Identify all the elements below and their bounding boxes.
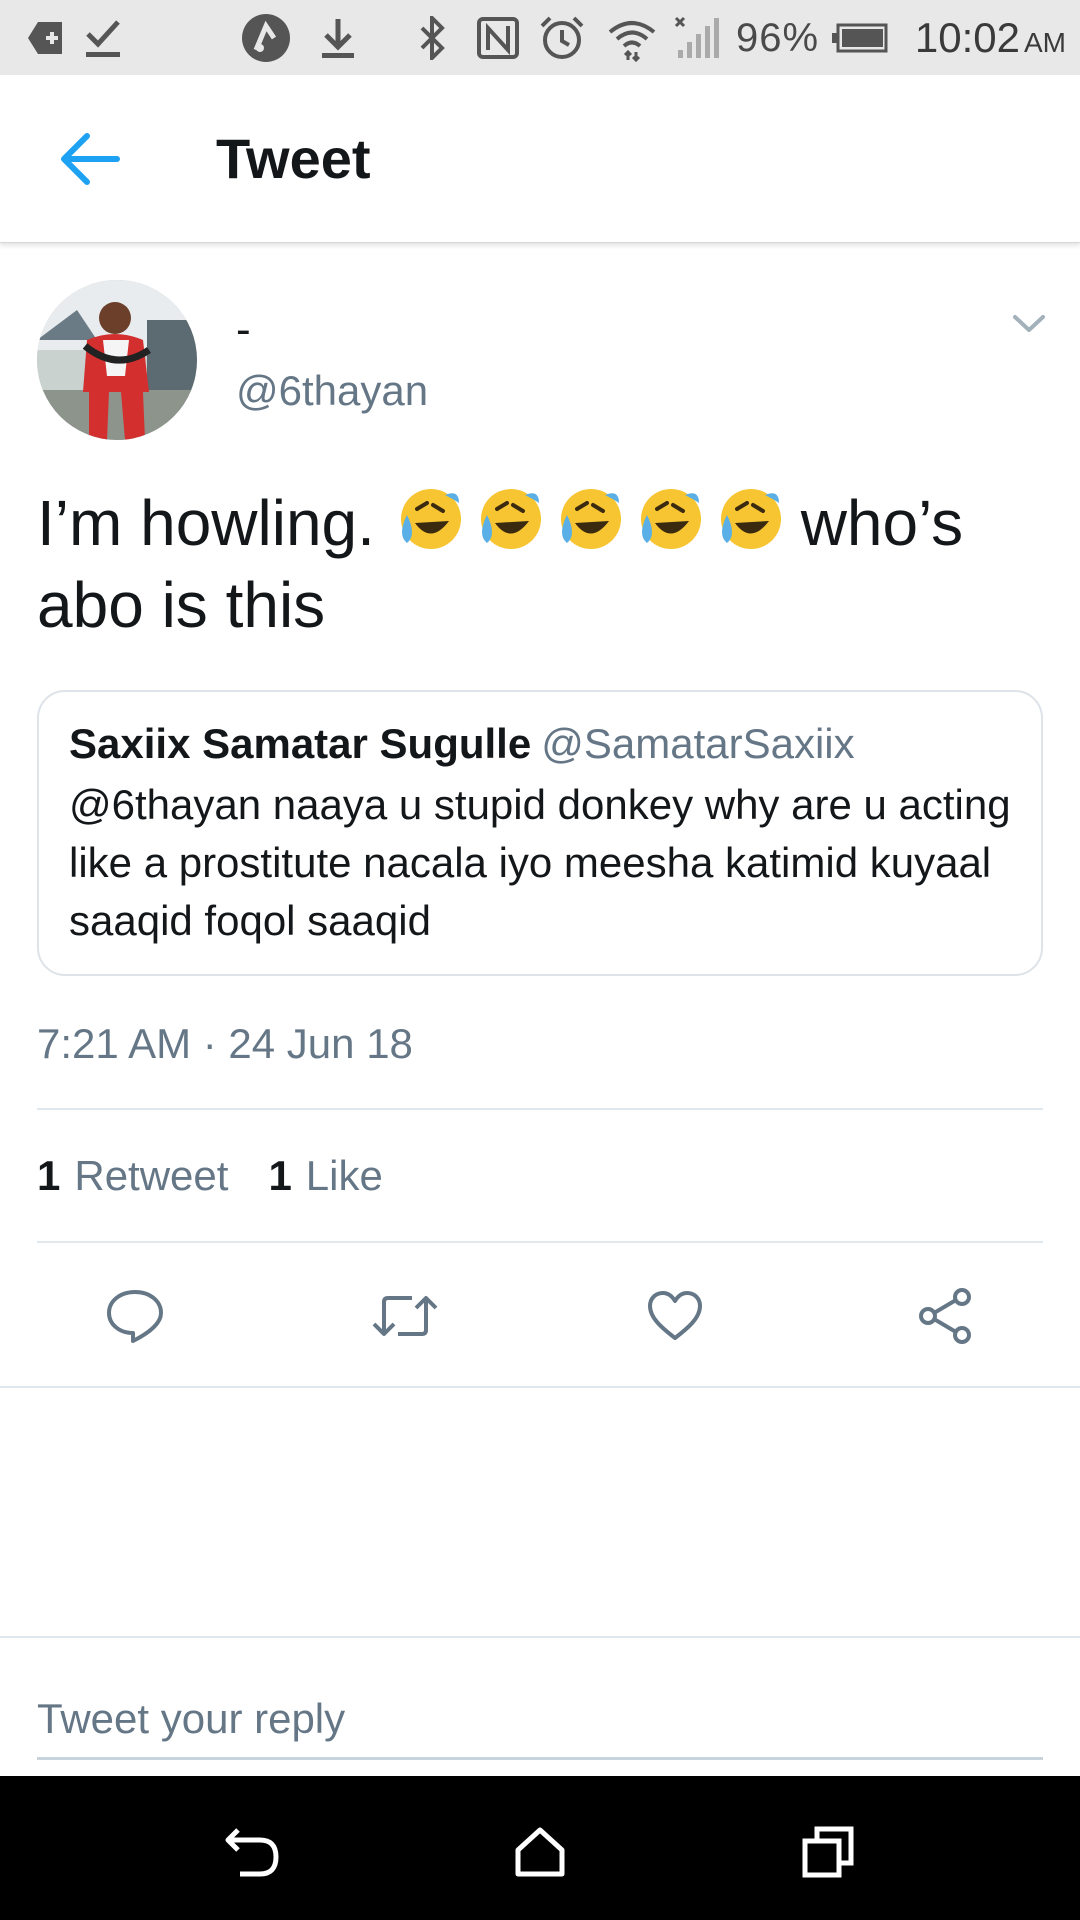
home-icon <box>515 1827 565 1877</box>
quoted-tweet[interactable]: Saxiix Samatar Sugulle @SamatarSaxiix @6t… <box>37 690 1043 976</box>
arrow-left-icon <box>61 133 120 185</box>
clock-time: 10:02 <box>914 14 1020 61</box>
retweet-button[interactable] <box>365 1280 445 1352</box>
bluetooth-icon <box>418 12 446 64</box>
likes-stat[interactable]: 1 Like <box>268 1150 382 1202</box>
divider <box>37 1241 1043 1243</box>
avatar[interactable] <box>37 280 197 440</box>
nav-back-button[interactable] <box>212 1812 292 1892</box>
share-icon <box>919 1288 971 1344</box>
wifi-icon <box>606 12 658 64</box>
retweets-label: Retweet <box>74 1152 229 1199</box>
recents-icon <box>802 1826 854 1878</box>
alarm-icon <box>538 12 586 64</box>
add-box-icon <box>26 12 66 64</box>
checkmark-icon <box>84 12 122 64</box>
author-handle[interactable]: @6thayan <box>236 366 428 416</box>
app-notification-icon <box>240 12 292 64</box>
tweet-actions <box>0 1280 1080 1352</box>
reply-icon <box>107 1290 163 1343</box>
likes-count: 1 <box>268 1152 292 1199</box>
app-header: Tweet <box>0 75 1080 243</box>
like-button[interactable] <box>635 1280 715 1352</box>
quoted-tweet-header: Saxiix Samatar Sugulle @SamatarSaxiix <box>69 718 855 770</box>
section-divider <box>0 1636 1080 1638</box>
rolling-laughing-emoji <box>720 489 781 549</box>
retweets-stat[interactable]: 1 Retweet <box>37 1150 228 1202</box>
retweets-count: 1 <box>37 1152 61 1199</box>
reply-input[interactable] <box>37 1680 1043 1760</box>
section-divider <box>0 1386 1080 1388</box>
nfc-icon <box>476 12 520 64</box>
battery-icon <box>830 12 888 64</box>
tweet-timestamp[interactable]: 7:21 AM · 24 Jun 18 <box>37 1018 413 1070</box>
system-nav-bar <box>0 1776 1080 1920</box>
tweet-text: I’m howling. who’s abo is this <box>37 482 1047 646</box>
nav-recents-button[interactable] <box>788 1812 868 1892</box>
likes-label: Like <box>305 1152 383 1199</box>
nav-home-button[interactable] <box>500 1812 580 1892</box>
download-icon <box>320 12 356 64</box>
quoted-author-handle: @SamatarSaxiix <box>541 720 855 767</box>
tweet-stats: 1 Retweet 1 Like <box>37 1150 383 1202</box>
battery-percent: 96% <box>736 16 820 60</box>
rolling-laughing-emoji <box>400 489 461 549</box>
avatar-photo <box>37 280 197 440</box>
heart-icon <box>648 1291 702 1340</box>
status-bar: 96% 10:02 AM <box>0 0 1080 75</box>
rolling-laughing-emoji <box>640 489 701 549</box>
clock-ampm: AM <box>1024 27 1066 58</box>
author-display-name[interactable]: - <box>236 305 251 355</box>
cell-signal-icon <box>672 12 720 64</box>
tweet-text-start: I’m howling. <box>37 487 375 559</box>
share-button[interactable] <box>905 1280 985 1352</box>
quoted-tweet-text: @6thayan naaya u stupid donkey why are u… <box>69 781 1011 944</box>
divider <box>37 1108 1043 1110</box>
back-icon <box>225 1828 279 1877</box>
quoted-author-name: Saxiix Samatar Sugulle <box>69 720 532 767</box>
retweet-icon <box>372 1296 438 1336</box>
page-title: Tweet <box>216 127 371 190</box>
clock: 10:02 AM <box>915 12 1066 69</box>
chevron-down-icon <box>1013 315 1045 332</box>
tweet-options-button[interactable] <box>1005 306 1053 342</box>
rolling-laughing-emoji <box>560 489 621 549</box>
rolling-laughing-emoji <box>480 489 541 549</box>
reply-button[interactable] <box>95 1280 175 1352</box>
back-button[interactable] <box>50 127 130 191</box>
